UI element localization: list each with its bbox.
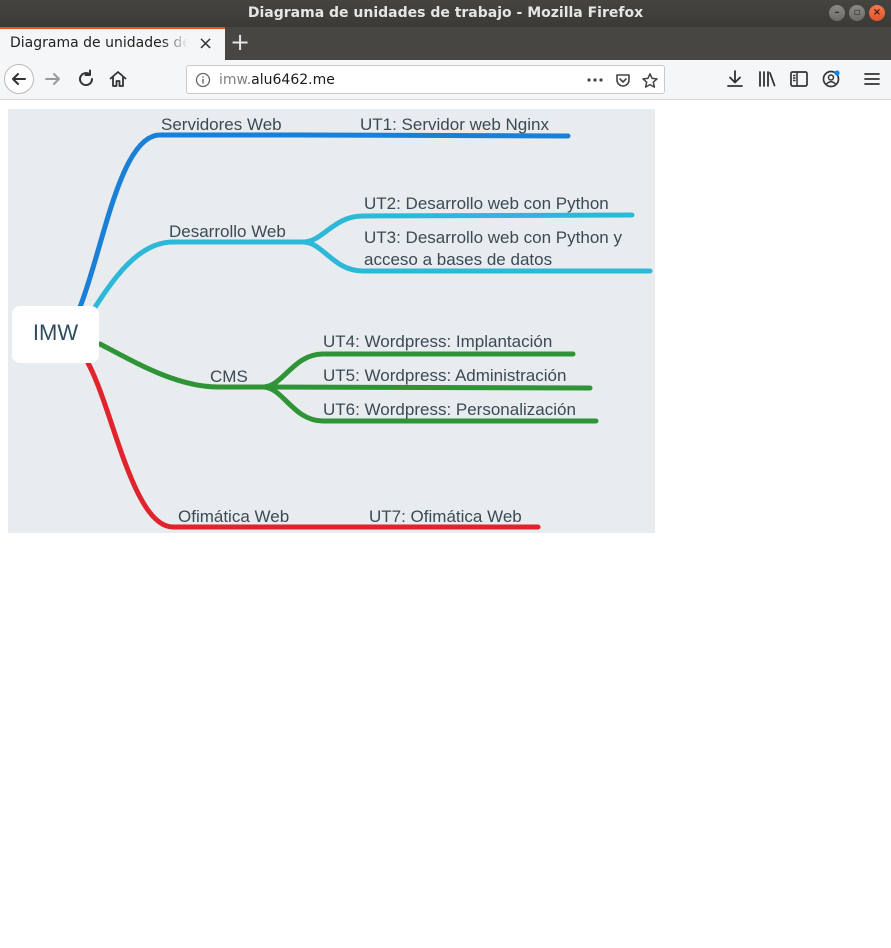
leaf-label-ut3-line1: UT3: Desarrollo web con Python y [364, 228, 622, 247]
mindmap-lines [77, 132, 653, 530]
minimize-icon[interactable]: – [829, 5, 845, 21]
tab-close-icon[interactable]: × [198, 33, 213, 54]
back-button[interactable] [4, 64, 34, 94]
info-icon[interactable] [195, 72, 211, 88]
sidebar-icon[interactable] [788, 68, 810, 90]
home-icon[interactable] [107, 68, 129, 90]
star-icon[interactable] [641, 72, 659, 90]
tab-active[interactable]: Diagrama de unidades de trabajo × [0, 27, 225, 60]
leaf-label-ut2: UT2: Desarrollo web con Python [364, 194, 609, 213]
url-text[interactable]: imw.alu6462.me [219, 72, 335, 88]
url-host: alu6462.me [251, 72, 335, 88]
leaf-label-ut3-line2: acceso a bases de datos [364, 250, 553, 269]
tab-strip: Diagrama de unidades de trabajo × + [0, 27, 891, 60]
leaf-label-ut7: UT7: Ofimática Web [369, 507, 522, 526]
leaf-label-ut1: UT1: Servidor web Nginx [360, 115, 549, 134]
url-prefix: imw. [219, 72, 252, 88]
download-icon[interactable] [724, 68, 746, 90]
leaf-label-ut4: UT4: Wordpress: Implantación [323, 332, 553, 351]
account-icon[interactable] [820, 68, 842, 90]
child-line-ut5 [260, 384, 593, 391]
url-bar[interactable]: imw.alu6462.me [186, 65, 665, 94]
ellipsis-icon[interactable] [585, 72, 605, 88]
window-controls: – ▫ × [829, 5, 885, 21]
hamburger-menu-icon[interactable] [862, 68, 882, 90]
reload-icon[interactable] [75, 68, 97, 90]
branch-label-cms: CMS [210, 367, 248, 386]
branch-line-desarrollo-web [87, 239, 306, 318]
branch-label-servidores-web: Servidores Web [161, 115, 282, 134]
leaf-label-ut6: UT6: Wordpress: Personalización [323, 400, 576, 419]
branch-label-desarrollo-web: Desarrollo Web [169, 222, 286, 241]
mindmap-diagram: IMW Servidores Web UT1: Servidor web Ngi… [8, 109, 655, 533]
back-arrow-icon [12, 73, 26, 85]
root-label: IMW [32, 320, 79, 345]
window-title: Diagrama de unidades de trabajo - Mozill… [247, 5, 644, 21]
library-icon[interactable] [756, 68, 778, 90]
page-content: IMW Servidores Web UT1: Servidor web Ngi… [0, 100, 891, 948]
maximize-icon[interactable]: ▫ [849, 5, 865, 21]
tab-label: Diagrama de unidades de trabajo [10, 35, 188, 51]
mindmap-root-node: IMW [12, 306, 99, 363]
forward-arrow-icon[interactable] [42, 68, 64, 90]
close-window-icon[interactable]: × [869, 5, 885, 21]
leaf-label-ut5: UT5: Wordpress: Administración [323, 366, 567, 385]
navigation-toolbar: imw.alu6462.me [0, 60, 891, 100]
window-titlebar: Diagrama de unidades de trabajo - Mozill… [0, 0, 891, 27]
pocket-icon[interactable] [614, 72, 632, 90]
new-tab-icon[interactable]: + [230, 28, 250, 56]
branch-label-ofimatica-web: Ofimática Web [178, 507, 290, 526]
